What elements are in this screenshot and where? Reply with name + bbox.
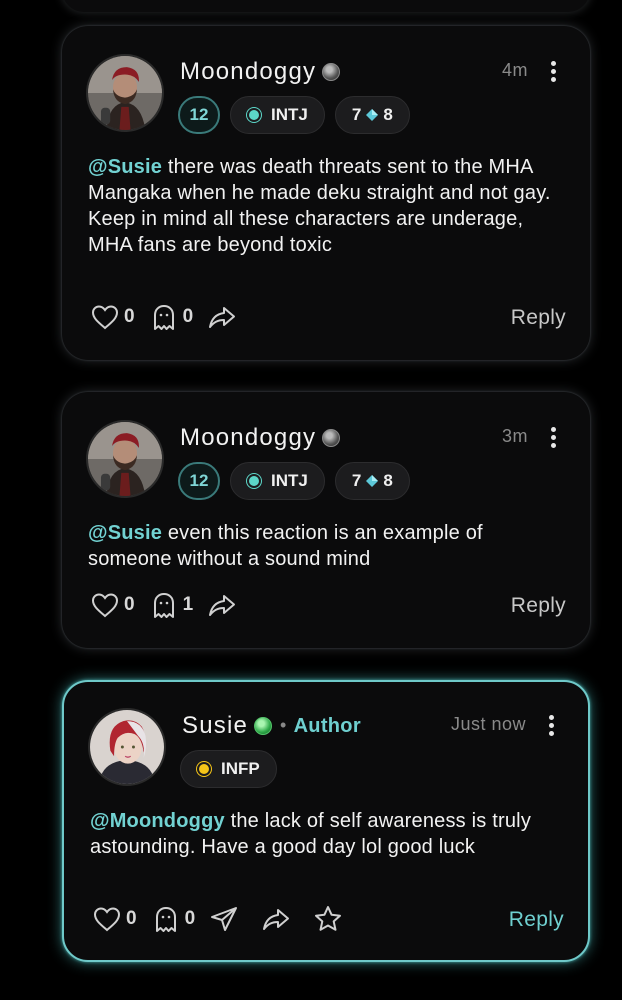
enneagram-type: 7	[351, 471, 362, 490]
mbti-badge[interactable]: INTJ	[230, 462, 325, 500]
profile-badges: 12 INTJ 7 8	[178, 462, 410, 500]
avatar[interactable]	[86, 54, 164, 132]
timestamp: 3m	[501, 426, 528, 446]
star-icon[interactable]	[313, 904, 343, 934]
mention-link[interactable]: @Susie	[88, 522, 162, 544]
username-text[interactable]: Moondoggy	[180, 424, 316, 451]
status-indicator-icon	[322, 429, 341, 447]
like-action[interactable]: 0	[90, 590, 135, 620]
ghost-action[interactable]: 0	[149, 302, 194, 332]
status-indicator-icon	[322, 63, 341, 81]
ghost-count: 0	[184, 908, 196, 929]
reply-button[interactable]: Reply	[511, 594, 566, 618]
mbti-dot-icon	[199, 764, 209, 774]
ghost-icon[interactable]	[149, 302, 179, 332]
favorite-action[interactable]	[313, 904, 343, 934]
send-action[interactable]	[209, 904, 239, 934]
enneagram-type: 7	[351, 105, 362, 124]
enneagram-badge[interactable]: 7 8	[334, 96, 410, 134]
ghost-icon[interactable]	[149, 590, 179, 620]
comment-text: @Susie even this reaction is an example …	[88, 520, 564, 572]
like-count: 0	[124, 594, 135, 615]
heart-icon[interactable]	[92, 904, 122, 934]
comment-card: Moondoggy 4m 12 INTJ 7 8 @Susie there wa…	[62, 26, 590, 360]
like-count: 0	[124, 306, 135, 327]
send-icon[interactable]	[209, 904, 239, 934]
comment-card: Moondoggy 3m 12 INTJ 7 8 @Susie even thi…	[62, 392, 590, 648]
ghost-action[interactable]: 0	[151, 904, 196, 934]
more-vertical-icon[interactable]	[546, 60, 560, 82]
like-action[interactable]: 0	[92, 904, 137, 934]
mbti-label: INTJ	[271, 105, 308, 124]
comment-text: @Susie there was death threats sent to t…	[88, 154, 564, 258]
username[interactable]: Susie • Author	[182, 712, 361, 740]
username[interactable]: Moondoggy	[180, 424, 341, 452]
level-badge: 12	[178, 96, 220, 134]
timestamp: Just now	[450, 714, 526, 734]
profile-badges: 12 INTJ 7 8	[178, 96, 410, 134]
share-action[interactable]	[207, 302, 237, 332]
author-tag: Author	[293, 715, 361, 737]
status-indicator-icon	[254, 717, 273, 735]
ghost-icon[interactable]	[151, 904, 181, 934]
reply-button[interactable]: Reply	[511, 306, 566, 330]
more-vertical-icon[interactable]	[546, 426, 560, 448]
heart-icon[interactable]	[90, 302, 120, 332]
timestamp: 4m	[501, 60, 528, 80]
comment-card-author: Susie • Author Just now INFP @Moondoggy th…	[62, 680, 590, 962]
comment-actions: 0 0	[90, 302, 259, 332]
mbti-badge[interactable]: INFP	[180, 750, 277, 788]
ghost-action[interactable]: 1	[149, 590, 194, 620]
enneagram-wing: 8	[383, 471, 393, 490]
separator-dot: •	[280, 715, 288, 735]
enneagram-wing: 8	[383, 105, 393, 124]
mention-link[interactable]: @Susie	[88, 156, 162, 178]
avatar[interactable]	[86, 420, 164, 498]
share-action[interactable]	[207, 590, 237, 620]
heart-icon[interactable]	[90, 590, 120, 620]
ghost-count: 1	[182, 594, 194, 615]
share-icon[interactable]	[207, 590, 237, 620]
mention-link[interactable]: @Moondoggy	[90, 810, 225, 832]
previous-comment-card-edge	[62, 0, 590, 12]
mbti-dot-icon	[249, 476, 259, 486]
like-count: 0	[126, 908, 137, 929]
comment-actions: 0 1	[90, 590, 259, 620]
enneagram-badge[interactable]: 7 8	[334, 462, 410, 500]
mbti-label: INTJ	[271, 471, 308, 490]
comment-actions: 0 0	[92, 904, 365, 934]
level-badge: 12	[178, 462, 220, 500]
share-action[interactable]	[261, 904, 291, 934]
mbti-label: INFP	[221, 759, 260, 778]
avatar[interactable]	[88, 708, 166, 786]
more-vertical-icon[interactable]	[544, 714, 558, 736]
wing-gem-icon	[366, 475, 379, 487]
username-text[interactable]: Moondoggy	[180, 58, 316, 85]
reply-button[interactable]: Reply	[509, 908, 564, 932]
mbti-badge[interactable]: INTJ	[230, 96, 325, 134]
username[interactable]: Moondoggy	[180, 58, 341, 86]
mbti-dot-icon	[249, 110, 259, 120]
share-icon[interactable]	[207, 302, 237, 332]
like-action[interactable]: 0	[90, 302, 135, 332]
share-icon[interactable]	[261, 904, 291, 934]
comment-text: @Moondoggy the lack of self awareness is…	[90, 808, 562, 860]
ghost-count: 0	[182, 306, 194, 327]
username-text[interactable]: Susie	[182, 712, 248, 739]
wing-gem-icon	[366, 109, 379, 121]
profile-badges: INFP	[180, 750, 277, 788]
